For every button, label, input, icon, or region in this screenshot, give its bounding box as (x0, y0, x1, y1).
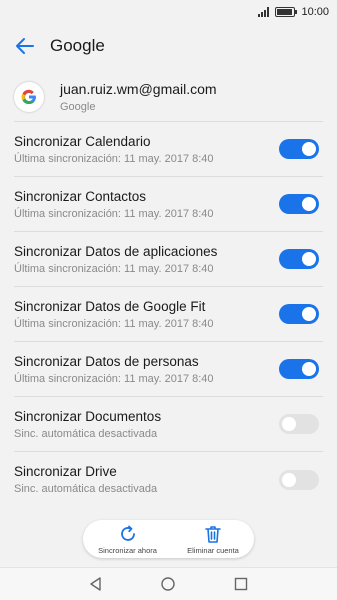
app-bar: Google (0, 24, 337, 68)
status-time: 10:00 (301, 6, 329, 18)
trash-icon (205, 525, 221, 543)
system-nav-bar (0, 567, 337, 600)
sync-item-subtitle: Sinc. automática desactivada (14, 427, 158, 440)
sync-item-subtitle: Última sincronización: 11 may. 2017 8:40 (14, 152, 214, 165)
sync-item-subtitle: Última sincronización: 11 may. 2017 8:40 (14, 262, 214, 275)
account-email: juan.ruiz.wm@gmail.com (60, 80, 217, 97)
arrow-left-icon (16, 38, 34, 54)
sync-item-app-data[interactable]: Sincronizar Datos de aplicaciones Última… (14, 232, 323, 287)
back-button[interactable] (0, 24, 50, 68)
delete-account-button[interactable]: Eliminar cuenta (187, 524, 239, 555)
account-header: juan.ruiz.wm@gmail.com Google (14, 72, 323, 122)
sync-item-subtitle: Sinc. automática desactivada (14, 483, 158, 495)
sync-item-title: Sincronizar Contactos (14, 188, 147, 204)
sync-item-people[interactable]: Sincronizar Datos de personas Última sin… (14, 342, 323, 397)
sync-toggle[interactable] (279, 414, 319, 434)
nav-back-icon[interactable] (88, 576, 104, 592)
sync-toggle[interactable] (279, 249, 319, 269)
sync-item-subtitle: Última sincronización: 11 may. 2017 8:40 (14, 317, 214, 330)
sync-item-subtitle: Última sincronización: 11 may. 2017 8:40 (14, 207, 214, 220)
sync-toggle[interactable] (279, 469, 319, 490)
sync-now-label: Sincronizar ahora (98, 545, 157, 555)
account-provider: Google (60, 100, 96, 113)
sync-now-button[interactable]: Sincronizar ahora (98, 524, 157, 555)
sync-icon (120, 525, 135, 541)
sync-item-title: Sincronizar Datos de aplicaciones (14, 243, 218, 259)
sync-item-documents[interactable]: Sincronizar Documentos Sinc. automática … (14, 397, 323, 452)
sync-toggle[interactable] (279, 194, 319, 214)
sync-item-title: Sincronizar Calendario (14, 133, 151, 149)
sync-item-title: Sincronizar Drive (14, 464, 117, 479)
sync-item-title: Sincronizar Documentos (14, 408, 162, 424)
signal-icon (258, 7, 270, 17)
delete-account-label: Eliminar cuenta (187, 545, 239, 555)
sync-item-title: Sincronizar Datos de personas (14, 353, 199, 369)
sync-toggle[interactable] (279, 359, 319, 379)
sync-item-drive[interactable]: Sincronizar Drive Sinc. automática desac… (14, 452, 323, 507)
battery-icon (275, 7, 298, 17)
sync-item-title: Sincronizar Datos de Google Fit (14, 298, 206, 314)
sync-toggle[interactable] (279, 304, 319, 324)
nav-recents-icon[interactable] (233, 576, 249, 592)
sync-item-calendar[interactable]: Sincronizar Calendario Última sincroniza… (14, 122, 323, 177)
sync-item-subtitle: Última sincronización: 11 may. 2017 8:40 (14, 372, 214, 385)
nav-home-icon[interactable] (160, 576, 176, 592)
sync-toggle[interactable] (279, 139, 319, 159)
page-title: Google (50, 36, 105, 55)
google-logo-icon (14, 81, 44, 112)
sync-list: Sincronizar Calendario Última sincroniza… (14, 122, 323, 507)
sync-item-google-fit[interactable]: Sincronizar Datos de Google Fit Última s… (14, 287, 323, 342)
action-bar: Sincronizar ahora Eliminar cuenta (83, 520, 254, 558)
sync-item-contacts[interactable]: Sincronizar Contactos Última sincronizac… (14, 177, 323, 232)
status-bar: 10:00 (0, 0, 337, 24)
